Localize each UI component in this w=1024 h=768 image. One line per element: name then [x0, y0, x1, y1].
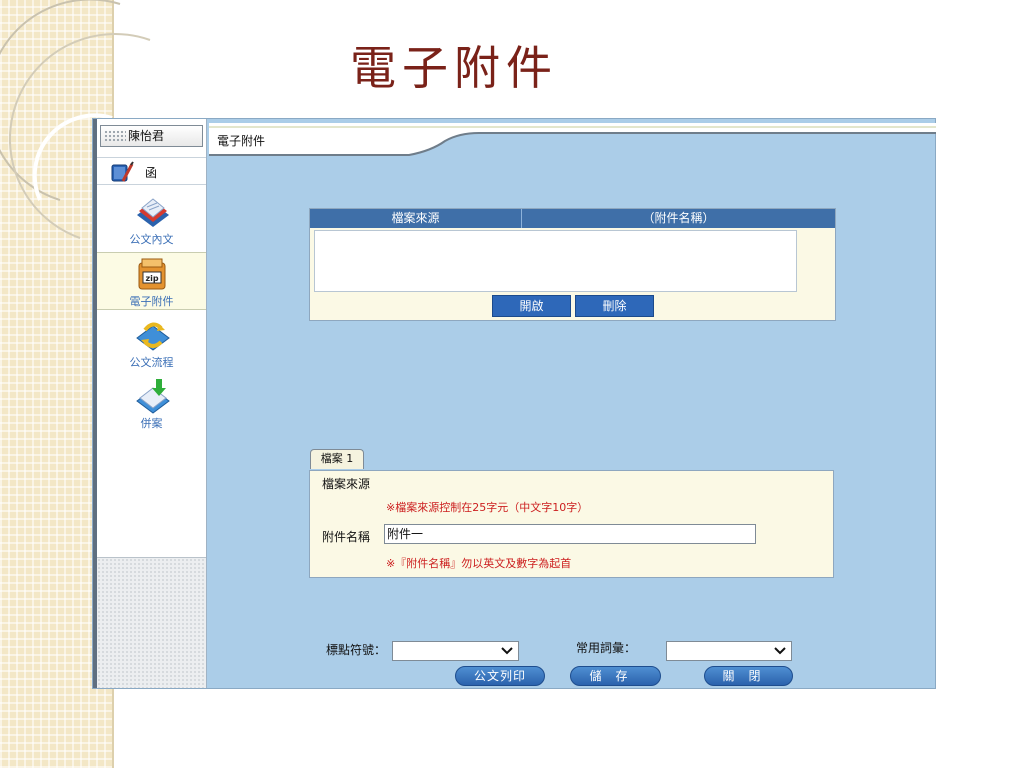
chevron-down-icon — [774, 647, 786, 655]
open-button[interactable]: 開啟 — [492, 295, 571, 317]
main-tab-header — [209, 123, 936, 156]
doc-type-label: 函 — [145, 166, 158, 180]
main-title: 電子附件 — [217, 134, 266, 148]
app-window: 陳怡君 函 公文內文 zip 電子附件 公文流程 併案 電子附件 檔案來源 （附… — [92, 118, 936, 689]
punctuation-select[interactable] — [392, 641, 519, 661]
name-label: 附件名稱 — [322, 530, 371, 544]
column-header-name: （附件名稱） — [521, 209, 835, 228]
print-document-button[interactable]: 公文列印 — [455, 666, 545, 686]
close-button[interactable]: 關閉 — [704, 666, 793, 686]
delete-button[interactable]: 刪除 — [575, 295, 654, 317]
punctuation-label: 標點符號： — [326, 643, 387, 657]
phrases-select[interactable] — [666, 641, 792, 661]
sidebar-item-label: 併案 — [140, 417, 163, 430]
user-name: 陳怡君 — [128, 129, 165, 143]
slide-title: 電子附件 — [350, 41, 558, 95]
sidebar-item-merge[interactable]: 併案 — [97, 375, 206, 433]
sidebar-item-label: 公文流程 — [129, 356, 174, 369]
user-box: 陳怡君 — [100, 125, 203, 147]
save-button[interactable]: 儲存 — [570, 666, 661, 686]
slide: 電子附件 陳怡君 函 公文內文 zip 電子附件 公文流程 併案 電子附件 檔案… — [0, 0, 1024, 768]
merge-download-icon — [136, 379, 170, 414]
phrases-label: 常用詞彙： — [576, 641, 637, 655]
source-note: ※檔案來源控制在25字元（中文字10字） — [386, 501, 589, 514]
chevron-down-icon — [501, 647, 513, 655]
source-label: 檔案來源 — [322, 477, 371, 491]
sidebar-item-label: 電子附件 — [129, 295, 174, 308]
sidebar-item-label: 公文內文 — [129, 233, 174, 246]
attachment-form-panel: 檔案來源 ※檔案來源控制在25字元（中文字10字） 附件名稱 附件一 ※『附件名… — [309, 470, 834, 578]
workflow-arrows-icon — [136, 322, 170, 351]
sidebar-item-workflow[interactable]: 公文流程 — [97, 314, 206, 372]
sidebar-item-document-content[interactable]: 公文內文 — [97, 191, 206, 249]
sidebar-empty-area — [97, 557, 206, 688]
sidebar-item-attachments[interactable]: zip 電子附件 — [97, 252, 206, 310]
grip-dots-icon — [104, 130, 126, 142]
document-folder-icon — [137, 198, 169, 227]
attachment-list[interactable] — [314, 230, 797, 292]
name-note: ※『附件名稱』勿以英文及數字為起首 — [386, 557, 572, 570]
column-header-source: 檔案來源 — [391, 211, 440, 225]
notebook-pen-icon — [111, 161, 134, 182]
sidebar: 陳怡君 函 公文內文 zip 電子附件 公文流程 併案 — [97, 119, 207, 688]
zip-file-icon: zip — [138, 258, 166, 290]
attachment-name-input[interactable]: 附件一 — [384, 524, 756, 544]
doc-type-row[interactable]: 函 — [97, 157, 206, 185]
attachment-list-panel: 檔案來源 （附件名稱） 開啟 刪除 — [309, 208, 836, 321]
tab-file-1[interactable]: 檔案 1 — [310, 449, 364, 469]
attachment-table-header: 檔案來源 （附件名稱） — [310, 209, 835, 228]
svg-text:zip: zip — [145, 274, 158, 283]
